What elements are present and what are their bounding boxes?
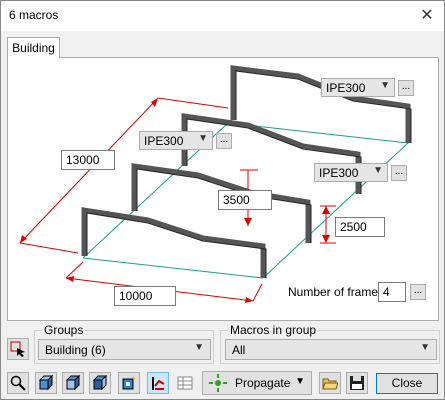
eave-height-input[interactable]: 2500 — [335, 217, 385, 237]
cube-icon — [38, 375, 54, 391]
profile-right-select[interactable]: IPE300 ▼ — [314, 163, 388, 182]
magnifier-icon — [10, 375, 26, 391]
view-front-button[interactable] — [62, 372, 84, 394]
save-icon — [350, 376, 364, 390]
save-button[interactable] — [346, 372, 368, 394]
macros-in-group-value: All — [232, 343, 246, 357]
number-of-frames-label: Number of frames: — [288, 285, 388, 299]
chevron-down-icon: ▼ — [380, 80, 390, 91]
view-side-button[interactable] — [89, 372, 111, 394]
macros-in-group-select[interactable]: All ▼ — [225, 339, 437, 360]
chevron-down-icon: ▼ — [198, 133, 208, 144]
chevron-down-icon: ▼ — [194, 342, 204, 353]
cube-front-icon — [65, 375, 81, 391]
profile-right-browse-button[interactable]: ... — [391, 165, 407, 181]
pick-object-button[interactable] — [7, 338, 29, 360]
groups-select[interactable]: Building (6) ▼ — [38, 339, 211, 360]
table-icon — [177, 376, 193, 390]
frame-icon — [152, 377, 165, 390]
profile-rear-value: IPE300 — [326, 81, 366, 95]
propagate-select[interactable]: Propagate ▼ — [202, 371, 312, 395]
open-button[interactable] — [319, 372, 341, 394]
cube-side-icon — [92, 375, 108, 391]
groups-label: Groups — [42, 323, 86, 337]
sparkle-icon — [209, 374, 227, 392]
ridge-height-input[interactable]: 3500 — [218, 190, 272, 210]
close-button[interactable]: Close — [376, 373, 438, 394]
chevron-down-icon: ▼ — [420, 342, 430, 353]
window-title: 6 macros — [9, 8, 59, 22]
building-drawing — [19, 65, 412, 303]
folder-open-icon — [322, 378, 338, 390]
profile-rear-select[interactable]: IPE300 ▼ — [321, 78, 395, 97]
tab-building[interactable]: Building — [7, 37, 60, 58]
length-input[interactable]: 13000 — [61, 150, 115, 170]
title-bar: 6 macros ✕ — [1, 1, 444, 31]
number-of-frames-browse-button[interactable]: ... — [410, 284, 426, 300]
pick-cursor-icon — [10, 341, 25, 357]
profile-middle-select[interactable]: IPE300 ▼ — [139, 131, 213, 150]
chevron-down-icon: ▼ — [295, 376, 305, 387]
table-button[interactable] — [174, 372, 196, 394]
profile-middle-browse-button[interactable]: ... — [216, 133, 232, 149]
profile-middle-value: IPE300 — [144, 134, 184, 148]
chevron-down-icon: ▼ — [373, 165, 383, 176]
properties-icon — [122, 376, 136, 390]
propagate-label: Propagate — [235, 376, 291, 390]
width-input[interactable]: 10000 — [114, 286, 176, 306]
number-of-frames-input[interactable]: 4 — [378, 282, 406, 302]
view-3d-button[interactable] — [35, 372, 57, 394]
show-frames-toggle[interactable] — [147, 372, 169, 394]
groups-value: Building (6) — [45, 343, 106, 357]
zoom-find-button[interactable] — [7, 372, 29, 394]
macros-in-group-label: Macros in group — [228, 323, 319, 337]
profile-rear-browse-button[interactable]: ... — [398, 80, 414, 96]
building-panel: IPE300 ▼ ... IPE300 ▼ ... IPE300 ▼ ... 1… — [7, 57, 439, 321]
close-window-icon[interactable]: ✕ — [416, 5, 438, 27]
properties-button[interactable] — [118, 372, 140, 394]
profile-right-value: IPE300 — [319, 166, 359, 180]
